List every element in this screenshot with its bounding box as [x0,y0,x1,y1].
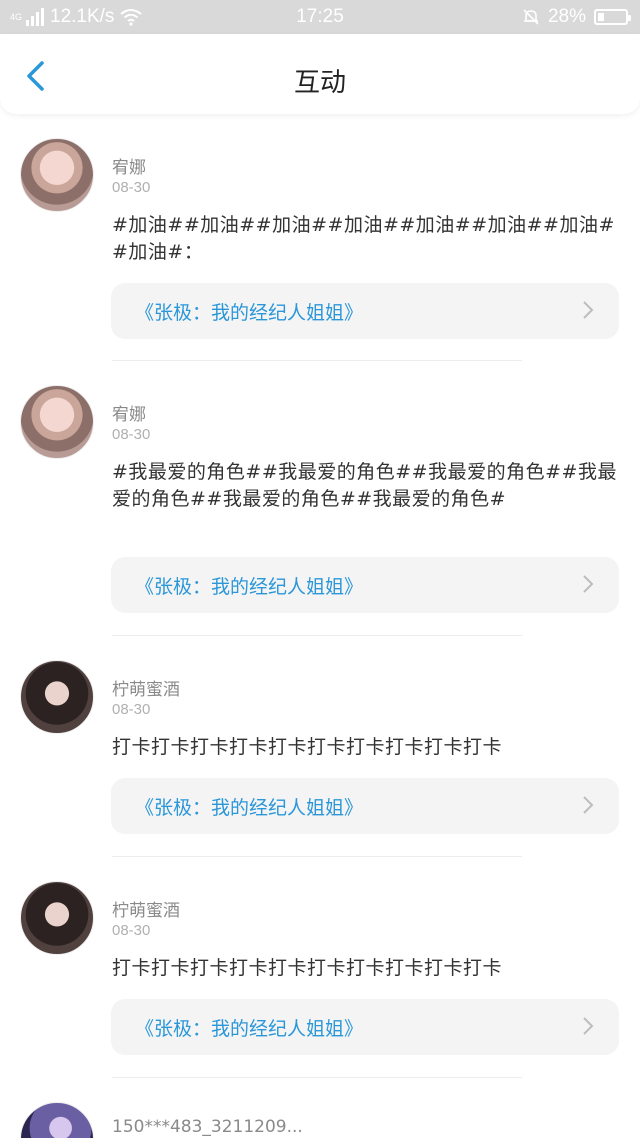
divider [112,360,522,361]
chevron-right-icon [583,301,594,319]
divider [112,856,522,857]
post-content: 打卡打卡打卡打卡打卡打卡打卡打卡打卡打卡 [112,736,503,758]
post-date: 08-30 [112,179,151,196]
page-title: 互动 [293,68,346,98]
avatar[interactable] [20,660,94,734]
mute-bell-icon [523,9,539,25]
novel-link-title: 《张极：我的经纪人姐姐》 [135,1018,364,1040]
post-date: 08-30 [112,922,151,939]
novel-link-title: 《张极：我的经纪人姐姐》 [135,576,364,598]
avatar[interactable] [20,385,94,459]
status-right: 28% [522,6,631,28]
interaction-feed: 宥娜 08-30 #加油##加油##加油##加油##加油##加油##加油##加油… [0,114,640,1138]
divider [112,1077,522,1078]
username[interactable]: 宥娜 [112,400,146,425]
top-nav-bar: 互动 [0,34,640,114]
post-date: 08-30 [112,426,151,443]
novel-link-card[interactable]: 《张极：我的经纪人姐姐》 [111,778,619,834]
battery-percent: 28% [547,6,586,27]
novel-link-title: 《张极：我的经纪人姐姐》 [135,797,364,819]
avatar[interactable] [20,138,94,212]
username[interactable]: 宥娜 [112,153,146,178]
post-content: #我最爱的角色##我最爱的角色##我最爱的角色##我最爱的角色##我最爱的角色#… [112,461,617,510]
novel-link-card[interactable]: 《张极：我的经纪人姐姐》 [111,283,619,339]
post-date: 08-30 [112,701,151,718]
username[interactable]: 150***483_3211209... [112,1117,303,1137]
novel-link-title: 《张极：我的经纪人姐姐》 [135,302,364,324]
post-content: #加油##加油##加油##加油##加油##加油##加油##加油#： [112,214,615,263]
status-bar: 4G 12.1K/s 17:25 28% [0,0,640,34]
chevron-right-icon [583,1017,594,1035]
username[interactable]: 柠萌蜜酒 [112,896,180,921]
chevron-right-icon [583,796,594,814]
divider [112,635,522,636]
novel-link-card[interactable]: 《张极：我的经纪人姐姐》 [111,557,619,613]
avatar[interactable] [20,1102,94,1138]
post-content: 打卡打卡打卡打卡打卡打卡打卡打卡打卡打卡 [112,957,503,979]
username[interactable]: 柠萌蜜酒 [112,675,180,700]
battery-icon [594,9,631,25]
novel-link-card[interactable]: 《张极：我的经纪人姐姐》 [111,999,619,1055]
chevron-right-icon [583,575,594,593]
avatar[interactable] [20,881,94,955]
